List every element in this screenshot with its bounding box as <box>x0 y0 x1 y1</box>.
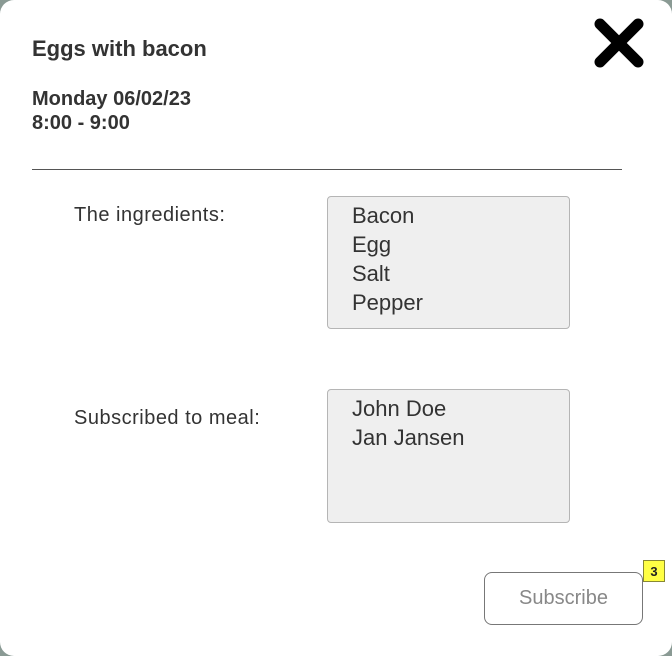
subscribers-label: Subscribed to meal: <box>74 407 261 429</box>
dialog-title: Eggs with bacon <box>32 36 207 61</box>
subscriber-item: Jan Jansen <box>352 425 465 450</box>
ingredient-item: Salt <box>352 261 390 286</box>
subscribers-listbox[interactable]: John Doe Jan Jansen <box>327 389 570 523</box>
ingredients-label: The ingredients: <box>74 204 226 226</box>
subscriber-item: John Doe <box>352 396 447 421</box>
meal-date: Monday 06/02/23 <box>32 88 191 110</box>
meal-detail-dialog: Eggs with bacon Monday 06/02/23 8:00 - 9… <box>0 0 672 656</box>
meal-time: 8:00 - 9:00 <box>32 112 130 134</box>
subscribe-button[interactable]: Subscribe <box>484 572 643 625</box>
ingredients-listbox[interactable]: Bacon Egg Salt Pepper <box>327 196 570 329</box>
ingredient-item: Bacon <box>352 203 415 228</box>
divider <box>32 169 622 170</box>
ingredient-item: Egg <box>352 232 392 257</box>
notification-badge: 3 <box>643 560 665 582</box>
close-button[interactable] <box>592 16 646 70</box>
close-icon <box>594 18 644 68</box>
ingredient-item: Pepper <box>352 290 423 315</box>
